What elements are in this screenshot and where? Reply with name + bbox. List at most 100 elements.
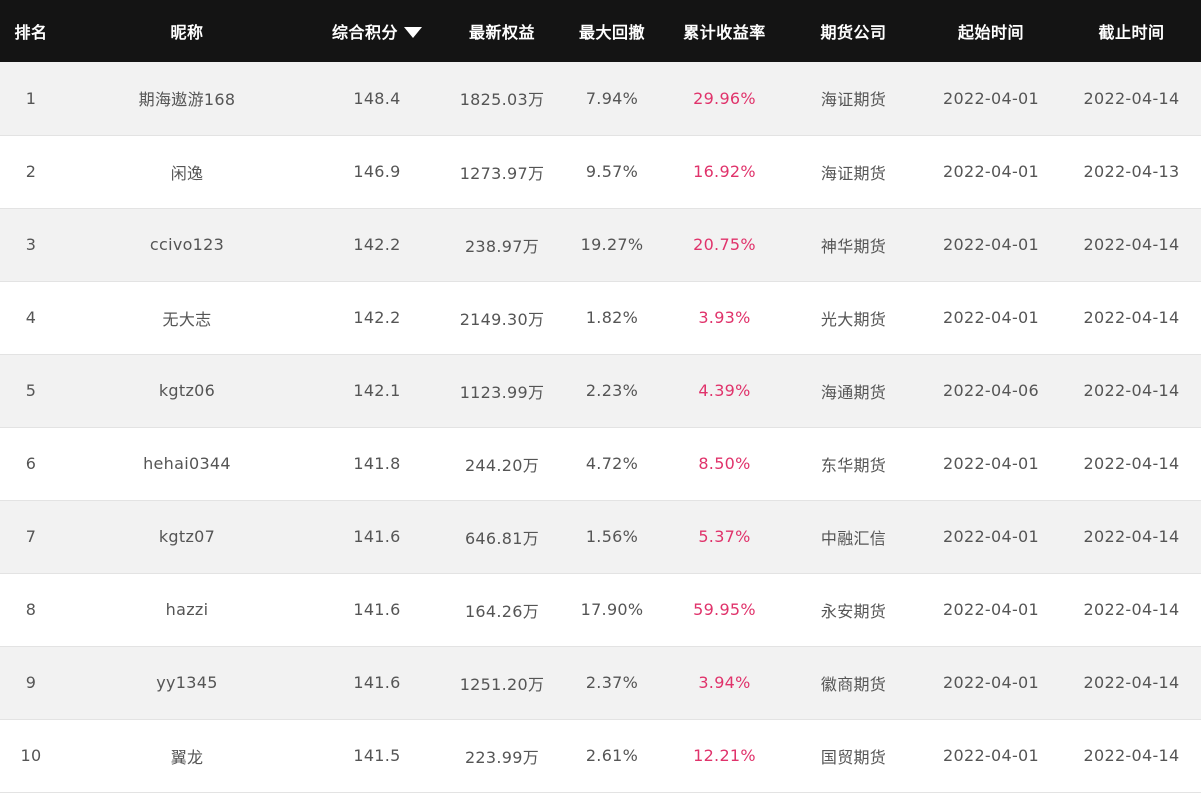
header-drawdown: 最大回撤 xyxy=(578,23,645,42)
cell-equity: 223.99万 xyxy=(464,747,540,767)
cell-end: 2022-04-14 xyxy=(1083,381,1180,400)
table-row: 3 ccivo123 142.2 238.97万 19.27% 20.75% 神… xyxy=(0,208,1201,281)
cell-score: 142.1 xyxy=(353,381,401,400)
cell-start: 2022-04-01 xyxy=(943,308,1039,327)
cell-return: 16.92% xyxy=(693,162,756,181)
cell-equity: 164.26万 xyxy=(464,601,540,621)
cell-end: 2022-04-14 xyxy=(1083,527,1180,546)
cell-return: 4.39% xyxy=(698,381,751,400)
cell-score: 141.6 xyxy=(353,673,401,692)
cell-end: 2022-04-14 xyxy=(1083,235,1180,254)
cell-score: 146.9 xyxy=(353,162,401,181)
cell-score: 142.2 xyxy=(353,308,401,327)
table-row: 9 yy1345 141.6 1251.20万 2.37% 3.94% 徽商期货… xyxy=(0,646,1201,719)
header-nickname: 昵称 xyxy=(170,23,204,42)
cell-drawdown: 17.90% xyxy=(580,600,644,619)
cell-company: 神华期货 xyxy=(820,236,887,256)
header-start: 起始时间 xyxy=(957,23,1024,42)
table-header-row: 排名 昵称 综合积分 最新权益 最大回撤 累计收益率 期货公司 起始时间 截止时… xyxy=(0,0,1201,62)
cell-nickname[interactable]: ccivo123 xyxy=(62,208,312,281)
cell-return: 20.75% xyxy=(693,235,756,254)
cell-return: 5.37% xyxy=(698,527,751,546)
cell-return: 3.94% xyxy=(698,673,751,692)
cell-drawdown: 19.27% xyxy=(580,235,644,254)
cell-score: 141.8 xyxy=(353,454,401,473)
header-end: 截止时间 xyxy=(1098,23,1165,42)
cell-start: 2022-04-01 xyxy=(943,746,1039,765)
cell-drawdown: 1.82% xyxy=(585,308,639,327)
table-row: 8 hazzi 141.6 164.26万 17.90% 59.95% 永安期货… xyxy=(0,573,1201,646)
cell-drawdown: 4.72% xyxy=(585,454,639,473)
cell-company: 永安期货 xyxy=(820,601,887,621)
cell-drawdown: 1.56% xyxy=(585,527,639,546)
cell-rank: 3 xyxy=(25,235,37,254)
cell-nickname[interactable]: hehai0344 xyxy=(62,427,312,500)
cell-nickname[interactable]: 期海遨游168 xyxy=(62,62,312,135)
cell-equity: 1251.20万 xyxy=(459,674,545,694)
table-row: 7 kgtz07 141.6 646.81万 1.56% 5.37% 中融汇信 … xyxy=(0,500,1201,573)
header-company: 期货公司 xyxy=(820,23,887,42)
cell-equity: 1123.99万 xyxy=(459,382,545,402)
cell-company: 海通期货 xyxy=(820,382,887,402)
table-row: 1 期海遨游168 148.4 1825.03万 7.94% 29.96% 海证… xyxy=(0,62,1201,135)
cell-drawdown: 2.61% xyxy=(585,746,639,765)
cell-rank: 1 xyxy=(25,88,37,108)
cell-return: 59.95% xyxy=(693,600,756,619)
table-row: 6 hehai0344 141.8 244.20万 4.72% 8.50% 东华… xyxy=(0,427,1201,500)
cell-start: 2022-04-01 xyxy=(943,454,1039,473)
table-row: 4 无大志 142.2 2149.30万 1.82% 3.93% 光大期货 20… xyxy=(0,281,1201,354)
table-row: 10 翼龙 141.5 223.99万 2.61% 12.21% 国贸期货 20… xyxy=(0,719,1201,792)
cell-end: 2022-04-13 xyxy=(1083,162,1180,181)
cell-rank: 7 xyxy=(25,527,37,546)
table-row: 2 闲逸 146.9 1273.97万 9.57% 16.92% 海证期货 20… xyxy=(0,135,1201,208)
cell-rank: 5 xyxy=(25,381,37,400)
cell-company: 东华期货 xyxy=(820,455,887,475)
cell-company: 光大期货 xyxy=(820,309,887,329)
cell-rank: 4 xyxy=(25,308,37,327)
cell-end: 2022-04-14 xyxy=(1083,454,1180,473)
cell-nickname[interactable]: 翼龙 xyxy=(62,719,312,792)
cell-score: 141.5 xyxy=(353,746,401,765)
cell-end: 2022-04-14 xyxy=(1083,88,1180,108)
cell-return: 29.96% xyxy=(693,88,756,108)
cell-return: 8.50% xyxy=(698,454,751,473)
triangle-down-icon xyxy=(404,26,422,38)
cell-start: 2022-04-01 xyxy=(943,527,1039,546)
cell-end: 2022-04-14 xyxy=(1083,600,1180,619)
ranking-page: 排名 昵称 综合积分 最新权益 最大回撤 累计收益率 期货公司 起始时间 截止时… xyxy=(0,0,1201,794)
header-score-sort[interactable]: 综合积分 xyxy=(312,0,442,62)
cell-company: 中融汇信 xyxy=(820,528,887,548)
cell-nickname[interactable]: 无大志 xyxy=(62,281,312,354)
cell-start: 2022-04-06 xyxy=(943,381,1039,400)
cell-return: 3.93% xyxy=(698,308,751,327)
cell-equity: 244.20万 xyxy=(464,455,540,475)
header-rank: 排名 xyxy=(14,23,48,42)
ranking-table: 排名 昵称 综合积分 最新权益 最大回撤 累计收益率 期货公司 起始时间 截止时… xyxy=(0,0,1201,793)
cell-rank: 2 xyxy=(25,162,37,181)
cell-start: 2022-04-01 xyxy=(943,600,1039,619)
cell-company: 海证期货 xyxy=(820,163,887,183)
cell-end: 2022-04-14 xyxy=(1083,746,1180,765)
table-body: 1 期海遨游168 148.4 1825.03万 7.94% 29.96% 海证… xyxy=(0,62,1201,792)
cell-nickname[interactable]: hazzi xyxy=(62,573,312,646)
table-row: 5 kgtz06 142.1 1123.99万 2.23% 4.39% 海通期货… xyxy=(0,354,1201,427)
cell-equity: 238.97万 xyxy=(464,236,540,256)
cell-nickname[interactable]: 闲逸 xyxy=(62,135,312,208)
cell-drawdown: 2.23% xyxy=(585,381,639,400)
cell-start: 2022-04-01 xyxy=(943,235,1039,254)
cell-equity: 1273.97万 xyxy=(459,163,545,183)
cell-rank: 10 xyxy=(20,746,42,765)
cell-start: 2022-04-01 xyxy=(943,162,1039,181)
cell-score: 141.6 xyxy=(353,600,401,619)
cell-score: 148.4 xyxy=(353,88,401,108)
cell-drawdown: 9.57% xyxy=(585,162,639,181)
cell-score: 141.6 xyxy=(353,527,401,546)
cell-nickname[interactable]: yy1345 xyxy=(62,646,312,719)
cell-company: 徽商期货 xyxy=(820,674,887,694)
cell-score: 142.2 xyxy=(353,235,401,254)
header-return: 累计收益率 xyxy=(683,23,766,42)
cell-nickname[interactable]: kgtz06 xyxy=(62,354,312,427)
cell-rank: 8 xyxy=(25,600,37,619)
cell-nickname[interactable]: kgtz07 xyxy=(62,500,312,573)
header-equity: 最新权益 xyxy=(468,23,535,42)
